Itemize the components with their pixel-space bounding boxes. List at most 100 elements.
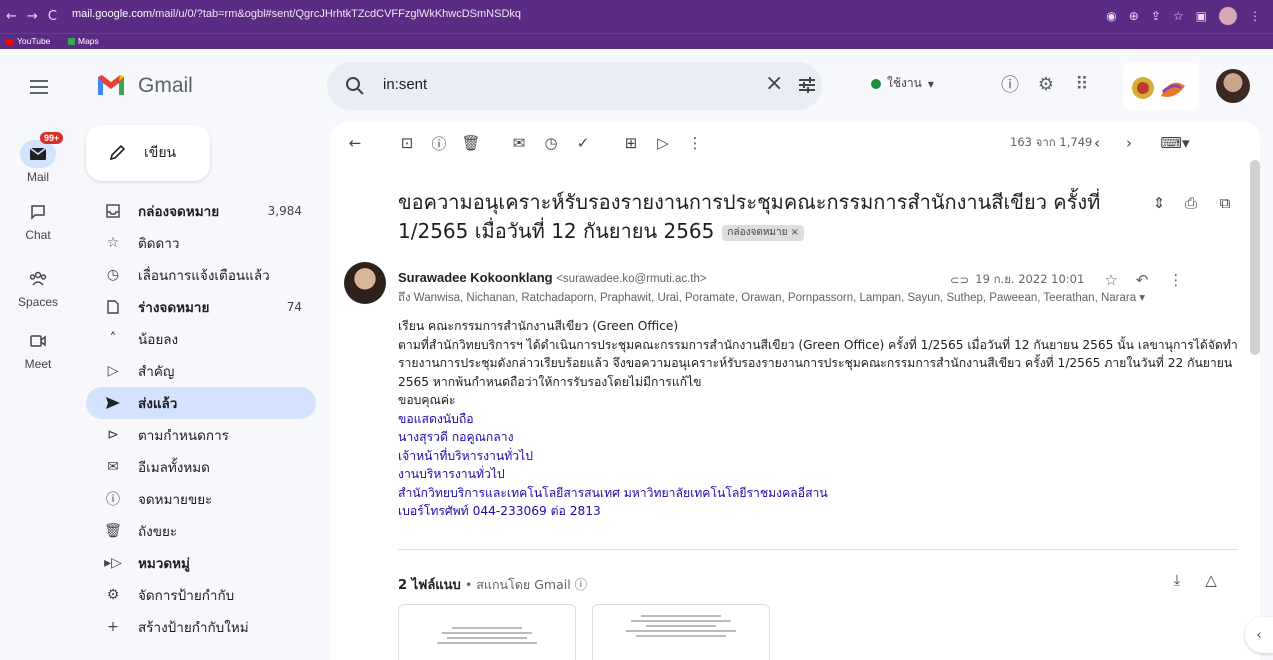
compose-label: เขียน (144, 145, 177, 161)
attachment-indicator-icon: ⊂⊃ (950, 273, 970, 287)
sender-email: <surawadee.ko@rmuti.ac.th> (556, 273, 707, 285)
browser-toolbar: ← → C mail.google.com/mail/u/0/?tab=rm&o… (0, 0, 1273, 33)
nav-label: ส่งแล้ว (138, 396, 178, 412)
delete-icon[interactable]: 🗑 (460, 132, 482, 154)
attachments-header: 2 ไฟล์แนบ • สแกนโดย Gmail ⓘ (398, 574, 587, 595)
search-input[interactable]: in:sent (383, 76, 427, 93)
account-avatar[interactable] (1216, 69, 1250, 103)
browser-nav: ← → C (6, 9, 57, 24)
move-to-icon[interactable]: ⊞ (620, 132, 642, 154)
settings-gear-icon: ⚙ (106, 587, 120, 603)
star-icon[interactable]: ☆ (1173, 9, 1184, 23)
gmail-logo-icon (98, 75, 124, 95)
profile-avatar[interactable] (1219, 7, 1237, 25)
nav-manage-labels[interactable]: ⚙ จัดการป้ายกำกับ (86, 579, 316, 611)
body-line: 2565 หากพ้นกำหนดถือว่าให้การรับรองโดยไม่… (398, 374, 702, 389)
compose-button[interactable]: เขียน (86, 125, 210, 181)
bookmark-youtube[interactable]: YouTube (6, 36, 50, 46)
star-icon[interactable]: ☆ (1104, 271, 1117, 289)
print-icon[interactable]: ⎙ (1180, 192, 1202, 214)
search-options-icon[interactable] (797, 75, 817, 95)
unread-badge: 99+ (40, 132, 64, 144)
send-icon (104, 394, 122, 412)
snooze-clock-icon[interactable]: ◷ (540, 132, 562, 154)
date-line: ⊂⊃ 19 ก.ย. 2022 10:01 ☆ ↶ ⋮ (950, 271, 1183, 289)
draft-file-icon (104, 298, 122, 316)
zoom-icon[interactable]: ⊕ (1129, 9, 1139, 23)
back-icon[interactable]: ← (6, 9, 17, 24)
nav-sent[interactable]: ส่งแล้ว (86, 387, 316, 419)
address-bar[interactable]: mail.google.com/mail/u/0/?tab=rm&ogbl#se… (72, 8, 521, 20)
sender-name[interactable]: Surawadee Kokoonklang (398, 270, 553, 285)
nav-less[interactable]: ˄ น้อยลง (86, 323, 316, 355)
maps-icon (68, 38, 75, 46)
search-icon[interactable] (345, 76, 365, 96)
recipients-line[interactable]: ถึง Wanwisa, Nichanan, Ratchadaporn, Pra… (398, 289, 1145, 307)
status-dropdown[interactable]: ใช้งาน ▾ (871, 74, 934, 93)
settings-gear-icon[interactable]: ⚙ (1034, 72, 1058, 96)
label-icon[interactable]: ▷ (652, 132, 674, 154)
chevron-up-icon: ˄ (109, 331, 117, 347)
organization-logo[interactable] (1123, 62, 1199, 110)
apps-grid-icon[interactable]: ⠿ (1070, 72, 1094, 96)
url-host: mail.google.com (72, 8, 153, 20)
bookmark-maps[interactable]: Maps (68, 36, 99, 46)
signature-line: เจ้าหน้าที่บริหารงานทั่วไป (398, 448, 533, 463)
rail-mail[interactable]: 99+ Mail (0, 132, 76, 184)
spam-icon: ⓘ (106, 492, 120, 508)
nav-important[interactable]: ▷ สำคัญ (86, 355, 316, 387)
sender-avatar[interactable] (344, 262, 386, 304)
rail-chat[interactable]: Chat (0, 198, 76, 242)
search-bar[interactable]: in:sent × (327, 62, 822, 110)
report-spam-icon[interactable]: ⓘ (428, 132, 450, 154)
reply-icon[interactable]: ↶ (1136, 271, 1149, 289)
attachment-thumbnail[interactable] (398, 604, 576, 660)
add-task-icon[interactable]: ✓ (572, 132, 594, 154)
star-outline-icon: ☆ (106, 235, 120, 251)
nav-drafts[interactable]: ร่างจดหมาย 74 (86, 291, 316, 323)
more-vert-icon[interactable]: ⋮ (1168, 271, 1183, 289)
nav-all-mail[interactable]: ✉ อีเมลทั้งหมด (86, 451, 316, 483)
chevron-right-icon[interactable]: › (1118, 132, 1140, 154)
nav-categories[interactable]: ▸▷ หมวดหมู่ (86, 547, 316, 579)
mark-unread-icon[interactable]: ✉ (508, 132, 530, 154)
inbox-label-chip[interactable]: กล่องจดหมาย × (722, 224, 805, 241)
rail-meet[interactable]: Meet (0, 327, 76, 371)
help-icon[interactable]: ⓘ (998, 72, 1022, 96)
reload-icon[interactable]: C (48, 9, 57, 24)
nav-snoozed[interactable]: ◷ เลื่อนการแจ้งเตือนแล้ว (86, 259, 316, 291)
side-panel-toggle-icon[interactable]: ‹ (1245, 617, 1273, 653)
more-vert-icon[interactable]: ⋮ (684, 132, 706, 154)
extension-icon[interactable]: ◉ (1106, 9, 1116, 23)
scrollbar[interactable] (1250, 160, 1260, 355)
nav-starred[interactable]: ☆ ติดดาว (86, 227, 316, 259)
app-name: Gmail (138, 74, 193, 97)
download-all-icon[interactable]: ⤓ (1166, 569, 1188, 591)
nav-label: สำคัญ (138, 364, 175, 380)
nav-inbox[interactable]: กล่องจดหมาย 3,984 (86, 195, 316, 227)
nav-label: อีเมลทั้งหมด (138, 460, 210, 476)
attachment-thumbnail[interactable] (592, 604, 770, 660)
back-arrow-icon[interactable]: ← (344, 132, 366, 154)
email-subject: ขอความอนุเคราะห์รับรองรายงานการประชุมคณะ… (398, 188, 1138, 246)
rail-mail-label: Mail (26, 170, 49, 184)
forward-icon[interactable]: → (27, 9, 38, 24)
signature-line: ขอแสดงนับถือ (398, 411, 474, 426)
nav-scheduled[interactable]: ⊳ ตามกำหนดการ (86, 419, 316, 451)
nav-spam[interactable]: ⓘ จดหมายขยะ (86, 483, 316, 515)
open-new-window-icon[interactable]: ⧉ (1214, 192, 1236, 214)
nav-count: 74 (286, 300, 302, 314)
input-tools-keyboard-icon[interactable]: ⌨▾ (1156, 132, 1194, 154)
nav-create-label[interactable]: + สร้างป้ายกำกับใหม่ (86, 611, 316, 643)
chevron-left-icon[interactable]: ‹ (1086, 132, 1108, 154)
archive-icon[interactable]: ⊡ (396, 132, 418, 154)
window-icon[interactable]: ▣ (1196, 9, 1207, 23)
clear-search-icon[interactable]: × (765, 71, 783, 96)
expand-collapse-icon[interactable]: ⇕ (1148, 192, 1170, 214)
nav-trash[interactable]: 🗑 ถังขยะ (86, 515, 316, 547)
menu-icon[interactable]: ⋮ (1249, 9, 1261, 23)
rail-spaces[interactable]: Spaces (0, 265, 76, 309)
add-to-drive-icon[interactable]: △ (1200, 569, 1222, 591)
share-icon[interactable]: ⇪ (1151, 9, 1161, 23)
main-menu-icon[interactable] (30, 80, 48, 94)
